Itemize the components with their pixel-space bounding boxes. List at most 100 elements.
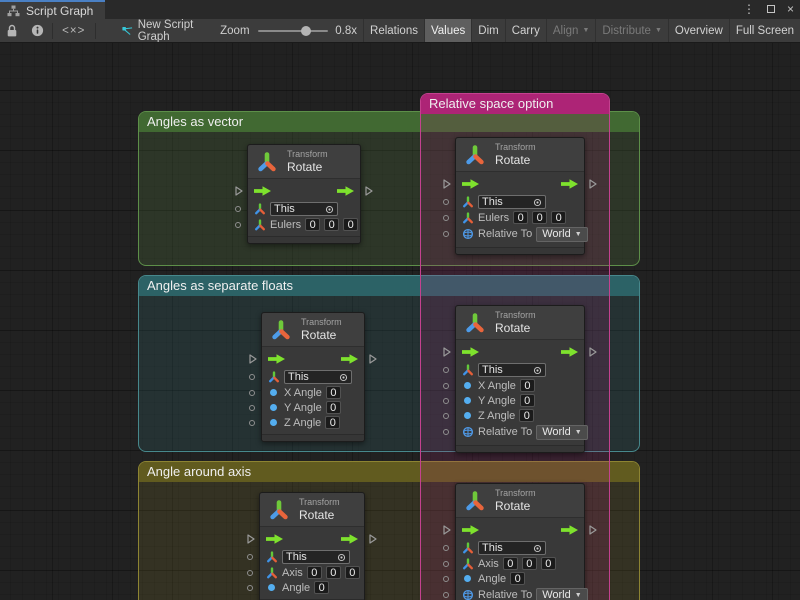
- flow-in-arrow-icon[interactable]: [462, 347, 479, 357]
- group-header[interactable]: Relative space option: [421, 94, 609, 114]
- value-input-port[interactable]: [249, 405, 255, 411]
- this-dropdown[interactable]: This: [478, 541, 546, 555]
- node-rotate-eulers-relative[interactable]: Transform Rotate This: [455, 137, 585, 255]
- flow-in-arrow-icon[interactable]: [266, 534, 283, 544]
- code-preview-button[interactable]: <×>: [54, 19, 93, 43]
- value-field[interactable]: 0: [510, 572, 525, 585]
- value-input-port[interactable]: [443, 592, 449, 598]
- value-field-y[interactable]: 0: [532, 211, 547, 224]
- value-input-port[interactable]: [443, 215, 449, 221]
- info-button[interactable]: [25, 19, 50, 43]
- zoom-slider-track[interactable]: [258, 30, 329, 32]
- flow-output-port[interactable]: [365, 186, 373, 196]
- dim-button[interactable]: Dim: [471, 19, 504, 43]
- flow-input-port[interactable]: [249, 354, 257, 364]
- value-input-port[interactable]: [443, 398, 449, 404]
- flow-output-port[interactable]: [589, 179, 597, 189]
- value-input-port[interactable]: [249, 420, 255, 426]
- value-field-z[interactable]: 0: [541, 557, 556, 570]
- value-field-z[interactable]: 0: [345, 566, 360, 579]
- flow-input-port[interactable]: [247, 534, 255, 544]
- relative-to-dropdown[interactable]: World ▼: [536, 227, 587, 242]
- value-field-x[interactable]: 0: [503, 557, 518, 570]
- flow-input-port[interactable]: [235, 186, 243, 196]
- value-field[interactable]: 0: [325, 416, 340, 429]
- value-field-y[interactable]: 0: [522, 557, 537, 570]
- zoom-slider[interactable]: [258, 19, 329, 43]
- flow-output-port[interactable]: [589, 347, 597, 357]
- tab-script-graph[interactable]: Script Graph: [0, 0, 105, 19]
- window-menu-button[interactable]: ⋮: [743, 0, 755, 19]
- flow-in-arrow-icon[interactable]: [462, 525, 479, 535]
- flow-input-port[interactable]: [443, 179, 451, 189]
- graph-canvas[interactable]: Angles as vector Angles as separate floa…: [0, 43, 800, 600]
- flow-output-port[interactable]: [369, 354, 377, 364]
- node-rotate-axis-angle-relative[interactable]: Transform Rotate This: [455, 483, 585, 600]
- value-input-port[interactable]: [443, 429, 449, 435]
- flow-out-arrow-icon[interactable]: [341, 354, 358, 364]
- value-field[interactable]: 0: [326, 401, 341, 414]
- flow-out-arrow-icon[interactable]: [341, 534, 358, 544]
- graph-reference-button[interactable]: New Script Graph: [122, 19, 208, 43]
- value-field-z[interactable]: 0: [343, 218, 358, 231]
- value-input-port[interactable]: [247, 585, 253, 591]
- value-input-port[interactable]: [443, 231, 449, 237]
- flow-in-arrow-icon[interactable]: [462, 179, 479, 189]
- values-button[interactable]: Values: [424, 19, 471, 43]
- fullscreen-button[interactable]: Full Screen: [729, 19, 800, 43]
- value-input-port[interactable]: [249, 390, 255, 396]
- value-input-port[interactable]: [443, 545, 449, 551]
- distribute-button[interactable]: Distribute ▼: [595, 19, 668, 43]
- value-field-z[interactable]: 0: [551, 211, 566, 224]
- value-field[interactable]: 0: [326, 386, 341, 399]
- value-input-port[interactable]: [247, 554, 253, 560]
- value-field[interactable]: 0: [520, 394, 535, 407]
- node-rotate-xyz-relative[interactable]: Transform Rotate This: [455, 305, 585, 453]
- value-field[interactable]: 0: [314, 581, 329, 594]
- value-input-port[interactable]: [443, 199, 449, 205]
- value-input-port[interactable]: [235, 206, 241, 212]
- flow-out-arrow-icon[interactable]: [561, 179, 578, 189]
- value-field[interactable]: 0: [519, 409, 534, 422]
- flow-out-arrow-icon[interactable]: [337, 186, 354, 196]
- flow-in-arrow-icon[interactable]: [254, 186, 271, 196]
- value-field-y[interactable]: 0: [324, 218, 339, 231]
- value-field-x[interactable]: 0: [513, 211, 528, 224]
- relative-to-dropdown[interactable]: World ▼: [536, 425, 587, 440]
- lock-button[interactable]: [0, 19, 25, 43]
- value-input-port[interactable]: [249, 374, 255, 380]
- flow-output-port[interactable]: [589, 525, 597, 535]
- value-input-port[interactable]: [443, 413, 449, 419]
- flow-out-arrow-icon[interactable]: [561, 525, 578, 535]
- flow-input-port[interactable]: [443, 347, 451, 357]
- value-input-port[interactable]: [443, 367, 449, 373]
- node-rotate-axis-angle[interactable]: Transform Rotate This: [259, 492, 365, 600]
- this-dropdown[interactable]: This: [478, 363, 546, 377]
- this-dropdown[interactable]: This: [270, 202, 338, 216]
- flow-out-arrow-icon[interactable]: [561, 347, 578, 357]
- overview-button[interactable]: Overview: [668, 19, 729, 43]
- value-input-port[interactable]: [443, 561, 449, 567]
- carry-button[interactable]: Carry: [505, 19, 546, 43]
- value-input-port[interactable]: [443, 576, 449, 582]
- close-button[interactable]: ×: [787, 0, 794, 19]
- this-dropdown[interactable]: This: [282, 550, 350, 564]
- zoom-slider-handle[interactable]: [301, 26, 311, 36]
- value-field-x[interactable]: 0: [305, 218, 320, 231]
- flow-output-port[interactable]: [369, 534, 377, 544]
- value-field-x[interactable]: 0: [307, 566, 322, 579]
- value-field[interactable]: 0: [520, 379, 535, 392]
- this-dropdown[interactable]: This: [478, 195, 546, 209]
- value-input-port[interactable]: [235, 222, 241, 228]
- flow-input-port[interactable]: [443, 525, 451, 535]
- relations-button[interactable]: Relations: [363, 19, 424, 43]
- maximize-button[interactable]: [767, 0, 775, 19]
- flow-in-arrow-icon[interactable]: [268, 354, 285, 364]
- node-rotate-xyz[interactable]: Transform Rotate This: [261, 312, 365, 442]
- node-rotate-eulers[interactable]: Transform Rotate This: [247, 144, 361, 244]
- value-field-y[interactable]: 0: [326, 566, 341, 579]
- align-button[interactable]: Align ▼: [546, 19, 596, 43]
- value-input-port[interactable]: [247, 570, 253, 576]
- this-dropdown[interactable]: This: [284, 370, 352, 384]
- relative-to-dropdown[interactable]: World ▼: [536, 588, 587, 600]
